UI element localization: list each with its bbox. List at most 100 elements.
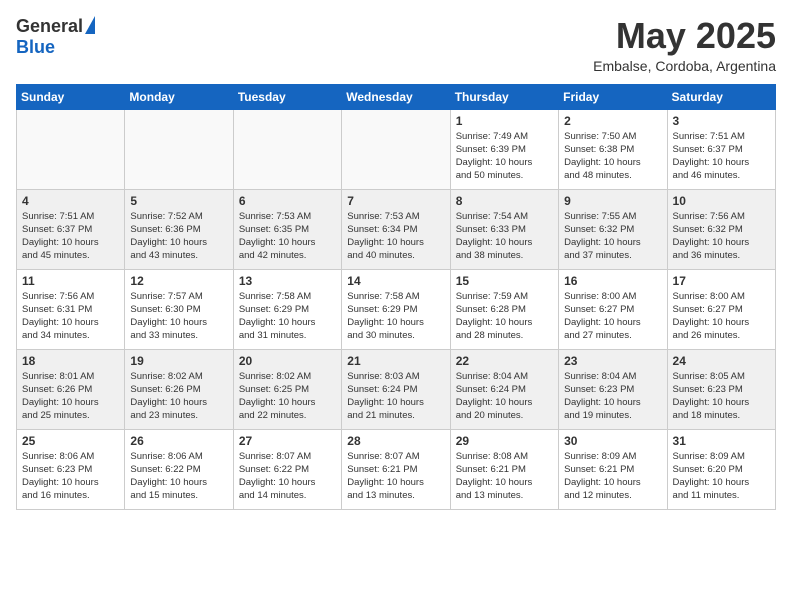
- day-number: 10: [673, 194, 770, 208]
- day-number: 18: [22, 354, 119, 368]
- day-info: Sunrise: 8:02 AM Sunset: 6:26 PM Dayligh…: [130, 370, 227, 423]
- calendar-cell: 11 Sunrise: 7:56 AM Sunset: 6:31 PM Dayli…: [17, 269, 125, 349]
- calendar-cell: 28Sunrise: 8:07 AM Sunset: 6:21 PM Dayli…: [342, 429, 450, 509]
- day-info: Sunrise: 7:51 AM Sunset: 6:37 PM Dayligh…: [22, 210, 119, 263]
- calendar-cell: [17, 109, 125, 189]
- day-number: 23: [564, 354, 661, 368]
- calendar-cell: 15 Sunrise: 7:59 AM Sunset: 6:28 PM Dayli…: [450, 269, 558, 349]
- day-number: 11: [22, 274, 119, 288]
- day-info: Sunrise: 7:58 AM Sunset: 6:29 PM Dayligh…: [347, 290, 444, 343]
- day-number: 6: [239, 194, 336, 208]
- calendar-cell: [342, 109, 450, 189]
- day-info: Sunrise: 7:52 AM Sunset: 6:36 PM Dayligh…: [130, 210, 227, 263]
- day-number: 20: [239, 354, 336, 368]
- day-info: Sunrise: 7:58 AM Sunset: 6:29 PM Dayligh…: [239, 290, 336, 343]
- calendar-cell: 5 Sunrise: 7:52 AM Sunset: 6:36 PM Daylig…: [125, 189, 233, 269]
- day-info: Sunrise: 7:57 AM Sunset: 6:30 PM Dayligh…: [130, 290, 227, 343]
- day-number: 4: [22, 194, 119, 208]
- day-number: 5: [130, 194, 227, 208]
- day-info: Sunrise: 7:50 AM Sunset: 6:38 PM Dayligh…: [564, 130, 661, 183]
- day-number: 7: [347, 194, 444, 208]
- day-number: 3: [673, 114, 770, 128]
- day-number: 22: [456, 354, 553, 368]
- day-info: Sunrise: 8:04 AM Sunset: 6:24 PM Dayligh…: [456, 370, 553, 423]
- calendar-cell: [233, 109, 341, 189]
- location-subtitle: Embalse, Cordoba, Argentina: [593, 58, 776, 74]
- day-info: Sunrise: 7:51 AM Sunset: 6:37 PM Dayligh…: [673, 130, 770, 183]
- day-number: 8: [456, 194, 553, 208]
- day-number: 9: [564, 194, 661, 208]
- calendar-cell: 26 Sunrise: 8:06 AM Sunset: 6:22 PM Dayli…: [125, 429, 233, 509]
- calendar-cell: 6 Sunrise: 7:53 AM Sunset: 6:35 PM Daylig…: [233, 189, 341, 269]
- calendar-cell: 9 Sunrise: 7:55 AM Sunset: 6:32 PM Daylig…: [559, 189, 667, 269]
- calendar-cell: 20 Sunrise: 8:02 AM Sunset: 6:25 PM Dayli…: [233, 349, 341, 429]
- weekday-header-tuesday: Tuesday: [233, 84, 341, 109]
- weekday-header-monday: Monday: [125, 84, 233, 109]
- day-info: Sunrise: 8:07 AM Sunset: 6:21 PM Dayligh…: [347, 450, 444, 503]
- calendar-cell: 19 Sunrise: 8:02 AM Sunset: 6:26 PM Dayli…: [125, 349, 233, 429]
- day-number: 12: [130, 274, 227, 288]
- calendar-cell: 16 Sunrise: 8:00 AM Sunset: 6:27 PM Dayli…: [559, 269, 667, 349]
- day-info: Sunrise: 8:00 AM Sunset: 6:27 PM Dayligh…: [673, 290, 770, 343]
- calendar-cell: 10 Sunrise: 7:56 AM Sunset: 6:32 PM Dayli…: [667, 189, 775, 269]
- day-number: 21: [347, 354, 444, 368]
- day-number: 17: [673, 274, 770, 288]
- day-info: Sunrise: 7:53 AM Sunset: 6:35 PM Dayligh…: [239, 210, 336, 263]
- logo-general-text: General: [16, 16, 83, 37]
- day-number: 1: [456, 114, 553, 128]
- day-info: Sunrise: 7:59 AM Sunset: 6:28 PM Dayligh…: [456, 290, 553, 343]
- calendar-cell: 2 Sunrise: 7:50 AM Sunset: 6:38 PM Daylig…: [559, 109, 667, 189]
- page-header: General Blue May 2025 Embalse, Cordoba, …: [16, 16, 776, 74]
- day-number: 15: [456, 274, 553, 288]
- day-number: 13: [239, 274, 336, 288]
- day-info: Sunrise: 8:06 AM Sunset: 6:22 PM Dayligh…: [130, 450, 227, 503]
- day-info: Sunrise: 8:04 AM Sunset: 6:23 PM Dayligh…: [564, 370, 661, 423]
- day-info: Sunrise: 7:49 AM Sunset: 6:39 PM Dayligh…: [456, 130, 553, 183]
- day-info: Sunrise: 8:02 AM Sunset: 6:25 PM Dayligh…: [239, 370, 336, 423]
- day-number: 31: [673, 434, 770, 448]
- calendar-cell: 24Sunrise: 8:05 AM Sunset: 6:23 PM Dayli…: [667, 349, 775, 429]
- calendar-week-row: 18Sunrise: 8:01 AM Sunset: 6:26 PM Dayli…: [17, 349, 776, 429]
- day-info: Sunrise: 7:56 AM Sunset: 6:32 PM Dayligh…: [673, 210, 770, 263]
- calendar-cell: 27 Sunrise: 8:07 AM Sunset: 6:22 PM Dayli…: [233, 429, 341, 509]
- calendar-cell: 25 Sunrise: 8:06 AM Sunset: 6:23 PM Dayli…: [17, 429, 125, 509]
- day-number: 16: [564, 274, 661, 288]
- day-number: 14: [347, 274, 444, 288]
- calendar-cell: 29Sunrise: 8:08 AM Sunset: 6:21 PM Dayli…: [450, 429, 558, 509]
- calendar-cell: 18Sunrise: 8:01 AM Sunset: 6:26 PM Dayli…: [17, 349, 125, 429]
- day-info: Sunrise: 8:07 AM Sunset: 6:22 PM Dayligh…: [239, 450, 336, 503]
- calendar-cell: 22 Sunrise: 8:04 AM Sunset: 6:24 PM Dayli…: [450, 349, 558, 429]
- calendar-week-row: 25 Sunrise: 8:06 AM Sunset: 6:23 PM Dayli…: [17, 429, 776, 509]
- day-info: Sunrise: 7:53 AM Sunset: 6:34 PM Dayligh…: [347, 210, 444, 263]
- calendar-cell: 30Sunrise: 8:09 AM Sunset: 6:21 PM Dayli…: [559, 429, 667, 509]
- day-number: 25: [22, 434, 119, 448]
- calendar-cell: 13 Sunrise: 7:58 AM Sunset: 6:29 PM Dayli…: [233, 269, 341, 349]
- calendar-cell: 4 Sunrise: 7:51 AM Sunset: 6:37 PM Daylig…: [17, 189, 125, 269]
- day-number: 27: [239, 434, 336, 448]
- weekday-header-saturday: Saturday: [667, 84, 775, 109]
- day-number: 26: [130, 434, 227, 448]
- weekday-header-sunday: Sunday: [17, 84, 125, 109]
- calendar-table: SundayMondayTuesdayWednesdayThursdayFrid…: [16, 84, 776, 510]
- day-info: Sunrise: 8:08 AM Sunset: 6:21 PM Dayligh…: [456, 450, 553, 503]
- calendar-header-row: SundayMondayTuesdayWednesdayThursdayFrid…: [17, 84, 776, 109]
- day-info: Sunrise: 7:56 AM Sunset: 6:31 PM Dayligh…: [22, 290, 119, 343]
- calendar-cell: 8Sunrise: 7:54 AM Sunset: 6:33 PM Daylig…: [450, 189, 558, 269]
- calendar-week-row: 4 Sunrise: 7:51 AM Sunset: 6:37 PM Daylig…: [17, 189, 776, 269]
- day-info: Sunrise: 8:09 AM Sunset: 6:21 PM Dayligh…: [564, 450, 661, 503]
- day-info: Sunrise: 8:06 AM Sunset: 6:23 PM Dayligh…: [22, 450, 119, 503]
- weekday-header-friday: Friday: [559, 84, 667, 109]
- day-info: Sunrise: 7:55 AM Sunset: 6:32 PM Dayligh…: [564, 210, 661, 263]
- day-number: 24: [673, 354, 770, 368]
- day-info: Sunrise: 8:09 AM Sunset: 6:20 PM Dayligh…: [673, 450, 770, 503]
- calendar-cell: 23 Sunrise: 8:04 AM Sunset: 6:23 PM Dayli…: [559, 349, 667, 429]
- calendar-cell: [125, 109, 233, 189]
- day-info: Sunrise: 8:00 AM Sunset: 6:27 PM Dayligh…: [564, 290, 661, 343]
- month-title: May 2025: [593, 16, 776, 56]
- day-number: 19: [130, 354, 227, 368]
- calendar-cell: 31 Sunrise: 8:09 AM Sunset: 6:20 PM Dayli…: [667, 429, 775, 509]
- calendar-cell: 3 Sunrise: 7:51 AM Sunset: 6:37 PM Daylig…: [667, 109, 775, 189]
- day-number: 2: [564, 114, 661, 128]
- logo-blue-text: Blue: [16, 37, 55, 58]
- logo: General Blue: [16, 16, 95, 58]
